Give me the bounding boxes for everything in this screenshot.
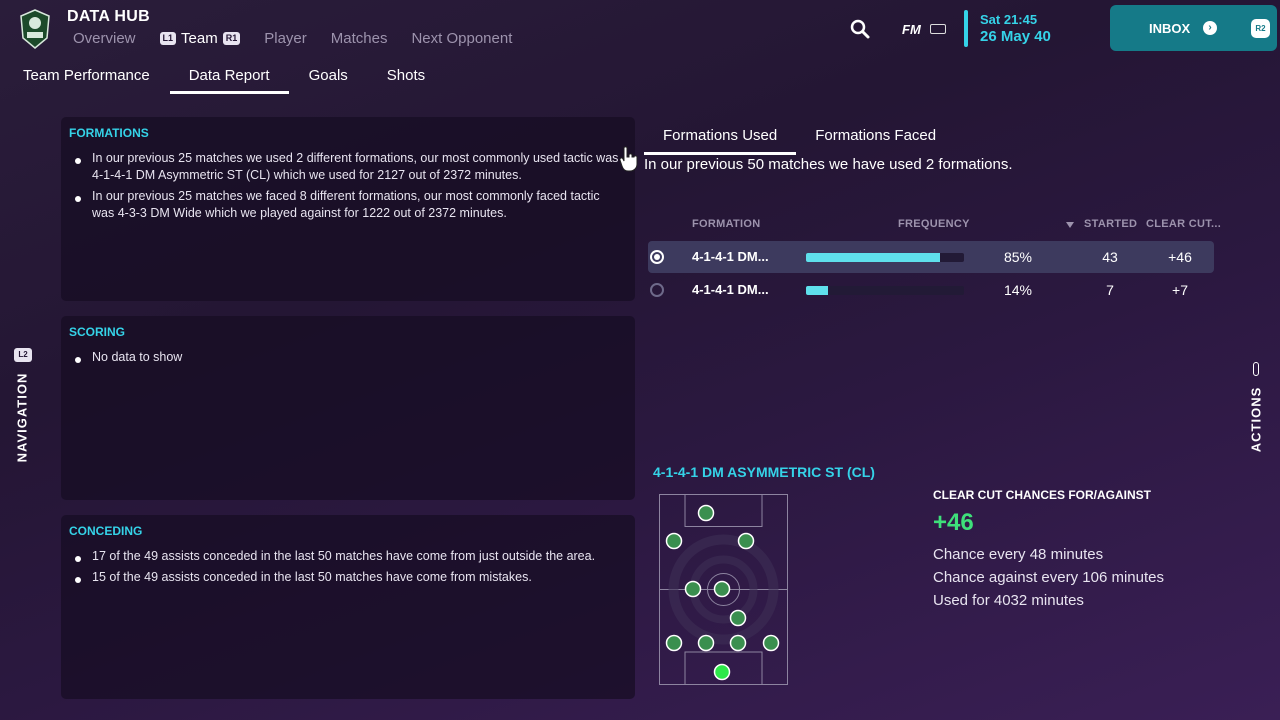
radio-selected[interactable] [650,250,664,264]
list-item: In our previous 25 matches we faced 8 di… [73,188,621,222]
nav-team-label: Team [181,30,218,47]
list-item: In our previous 25 matches we used 2 dif… [73,150,621,184]
frequency-bar [806,253,964,262]
clear-cut-value: +46 [1168,249,1192,265]
r2-button-badge: R2 [1251,19,1270,38]
nav-player[interactable]: Player [264,30,307,47]
frequency-value: 85% [1003,249,1033,265]
conceding-bullets: 17 of the 49 assists conceded in the las… [73,548,621,590]
pitch-diagram [659,494,788,685]
started-value: 43 [1102,249,1118,265]
formations-bullets: In our previous 25 matches we used 2 dif… [73,150,621,226]
actions-label: ACTIONS [1248,386,1264,453]
tab-data-report[interactable]: Data Report [169,67,289,94]
column-header-started[interactable]: STARTED [1084,218,1137,230]
navigation-side-tab[interactable]: L2 NAVIGATION [14,348,34,468]
hand-cursor-icon [619,146,638,172]
keyboard-icon[interactable] [930,24,946,34]
l1-button-badge: L1 [159,32,177,45]
clear-cut-chances-title: CLEAR CUT CHANCES FOR/AGAINST [933,488,1151,502]
clear-cut-chances-value: +46 [933,509,974,536]
scoring-bullets: No data to show [73,349,621,370]
formation-name: 4-1-4-1 DM... [692,249,769,264]
column-header-frequency[interactable]: FREQUENCY [898,218,970,230]
arrow-right-icon: › [1203,21,1217,35]
minutes-used: Used for 4032 minutes [933,592,1084,609]
list-item: 15 of the 49 assists conceded in the las… [73,569,621,586]
tab-formations-faced[interactable]: Formations Faced [796,127,955,155]
chance-against-rate: Chance against every 106 minutes [933,569,1164,586]
list-item: 17 of the 49 assists conceded in the las… [73,548,621,565]
actions-side-tab[interactable]: ACTIONS [1246,360,1266,460]
game-date: 26 May 40 [980,28,1051,45]
fm-logo[interactable]: FM [902,22,921,37]
frequency-bar-fill [806,286,829,295]
clear-cut-value: +7 [1172,282,1188,298]
chance-for-rate: Chance every 48 minutes [933,546,1104,563]
tab-team-performance[interactable]: Team Performance [23,67,150,94]
nav-overview[interactable]: Overview [73,30,136,47]
tab-shots[interactable]: Shots [387,67,425,94]
date-divider [964,10,968,47]
formation-tabs: Formations Used Formations Faced [644,127,955,155]
page-title: DATA HUB [67,8,150,25]
formation-detail-title: 4-1-4-1 DM ASYMMETRIC ST (CL) [653,464,875,480]
club-crest-icon [20,9,50,49]
column-header-clear-cut[interactable]: CLEAR CUT... [1146,218,1221,230]
conceding-panel-title: CONCEDING [69,524,143,538]
top-navigation: Overview L1 Team R1 Player Matches Next … [73,30,512,47]
list-item: No data to show [73,349,621,366]
frequency-value: 14% [1003,282,1033,298]
inbox-label: INBOX [1149,21,1191,36]
r1-button-badge: R1 [222,32,241,45]
nav-team[interactable]: L1 Team R1 [159,30,241,47]
search-icon[interactable] [849,18,871,40]
frequency-bar-fill [806,253,941,262]
inbox-button[interactable]: INBOX › R2 [1110,5,1277,51]
nav-next-opponent[interactable]: Next Opponent [411,30,512,47]
sort-down-icon[interactable] [1066,222,1074,228]
table-row[interactable]: 4-1-4-1 DM... 14% 7 +7 [648,274,1214,306]
formations-panel: FORMATIONS In our previous 25 matches we… [61,117,635,301]
game-time: Sat 21:45 [980,12,1038,27]
l2-button-badge: L2 [14,348,32,362]
formations-panel-title: FORMATIONS [69,126,149,140]
tab-formations-used[interactable]: Formations Used [644,127,797,155]
sub-navigation: Team Performance Data Report Goals Shots [23,67,464,94]
started-value: 7 [1106,282,1114,298]
radio-unselected[interactable] [650,283,664,297]
conceding-panel: CONCEDING 17 of the 49 assists conceded … [61,515,635,699]
formation-name: 4-1-4-1 DM... [692,282,769,297]
nav-matches[interactable]: Matches [331,30,388,47]
actions-icon [1253,362,1259,376]
scoring-panel-title: SCORING [69,325,126,339]
formations-summary: In our previous 50 matches we have used … [644,156,1013,173]
top-bar: DATA HUB Overview L1 Team R1 Player Matc… [0,0,1280,60]
column-header-formation[interactable]: FORMATION [692,218,761,230]
frequency-bar [806,286,964,295]
tab-goals[interactable]: Goals [309,67,348,94]
scoring-panel: SCORING No data to show [61,316,635,500]
navigation-label: NAVIGATION [14,372,30,463]
table-row[interactable]: 4-1-4-1 DM... 85% 43 +46 [648,241,1214,273]
